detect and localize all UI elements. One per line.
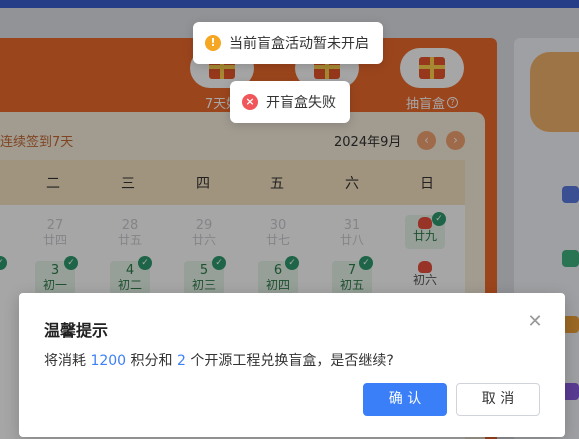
confirm-dialog: 温馨提示 ✕ 将消耗 1200 积分和 2 个开源工程兑换盲盒，是否继续? 确 …: [19, 293, 565, 437]
project-count: 2: [177, 353, 186, 369]
cancel-button[interactable]: 取 消: [456, 383, 540, 416]
close-icon[interactable]: ✕: [526, 313, 544, 331]
error-icon: ×: [242, 94, 258, 110]
warning-toast: ! 当前盲盒活动暂未开启: [193, 22, 383, 64]
warning-toast-text: 当前盲盒活动暂未开启: [229, 36, 369, 52]
dialog-title: 温馨提示: [44, 321, 109, 340]
warning-icon: !: [205, 35, 221, 51]
confirm-button[interactable]: 确 认: [363, 383, 447, 416]
error-toast-text: 开盲盒失败: [266, 95, 336, 111]
dialog-message: 将消耗 1200 积分和 2 个开源工程兑换盲盒，是否继续?: [44, 353, 394, 369]
error-toast: × 开盲盒失败: [230, 81, 350, 123]
points-value: 1200: [90, 353, 127, 369]
